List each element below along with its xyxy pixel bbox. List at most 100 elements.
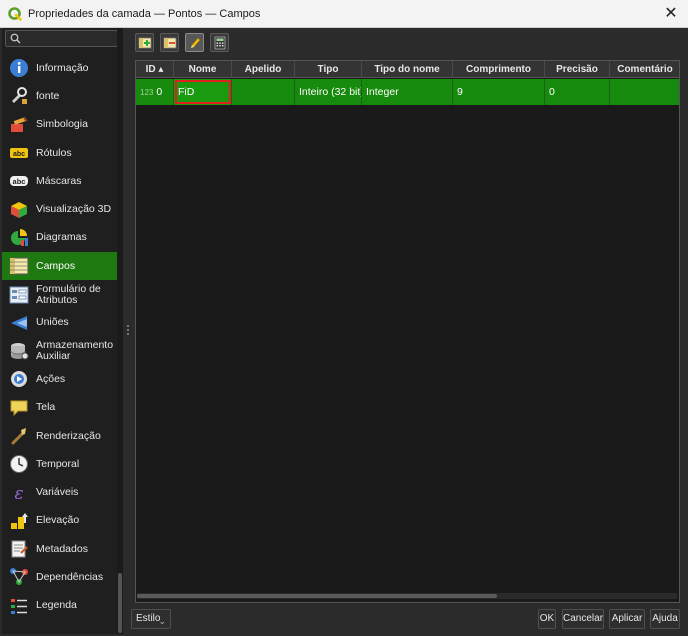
display-icon [9,398,29,418]
masks-icon: abc [9,171,29,191]
sidebar-item-diagramas[interactable]: Diagramas [2,224,117,252]
sidebar-item-unioes[interactable]: Uniões [2,309,117,337]
column-header-nome[interactable]: Nome [174,61,232,78]
sidebar-item-acoes[interactable]: Ações [2,365,117,393]
table-header: ID ▴ Nome Apelido Tipo Tipo do nome Comp… [136,61,679,78]
sidebar-item-label: Legenda [36,599,77,612]
sidebar-item-label: Temporal [36,457,80,470]
column-header-comprimento[interactable]: Comprimento [453,61,545,78]
sidebar-scrollbar-thumb[interactable] [118,573,122,633]
delete-field-button[interactable] [160,33,179,52]
cell-comentario[interactable] [610,79,679,105]
sidebar-item-label: Campos [36,259,76,272]
sidebar-item-simbologia[interactable]: Simbologia [2,111,117,139]
table-scrollbar-thumb[interactable] [137,594,497,598]
sidebar-item-label: Armazenamento Auxiliar [36,339,114,363]
ok-button[interactable]: OK [538,609,556,629]
cell-apelido[interactable] [232,79,295,105]
cell-nome[interactable]: FiD [174,79,232,105]
cell-tipo-do-nome[interactable]: Integer [362,79,453,105]
cell-tipo[interactable]: Inteiro (32 bit) [295,79,362,105]
new-field-button[interactable] [135,33,154,52]
sidebar-item-legenda[interactable]: Legenda [2,592,117,620]
sidebar-item-label: Informação [36,61,89,74]
sidebar-item-dependencias[interactable]: Dependências [2,563,117,591]
sidebar-item-campos[interactable]: Campos [2,252,117,281]
field-calculator-icon [214,36,225,49]
cancel-button[interactable]: Cancelar [562,609,604,629]
cell-id[interactable]: 123 0 [136,79,174,105]
auxiliary-storage-icon [9,341,29,361]
sidebar-item-label: Variáveis [36,486,79,499]
diagrams-icon [9,228,29,248]
search-icon [10,33,21,44]
fields-icon [9,256,29,276]
column-header-precisao[interactable]: Precisão [545,61,610,78]
field-calculator-button[interactable] [210,33,229,52]
cell-comprimento[interactable]: 9 [453,79,545,105]
chevron-down-icon: ⌄ [158,616,166,626]
attribute-form-icon [9,285,29,305]
sidebar-item-variaveis[interactable]: ε Variáveis [2,478,117,506]
sidebar-item-label: Renderização [36,429,101,442]
column-header-tipo-do-nome[interactable]: Tipo do nome [362,61,453,78]
temporal-icon [9,454,29,474]
actions-icon [9,369,29,389]
sidebar-item-label: Metadados [36,542,88,555]
column-header-id[interactable]: ID ▴ [136,61,174,78]
sidebar-item-renderizacao[interactable]: Renderização [2,422,117,450]
sidebar-item-temporal[interactable]: Temporal [2,450,117,478]
labels-icon: abc [9,143,29,163]
fields-toolbar [135,33,229,53]
sidebar-item-formulario-atributos[interactable]: Formulário de Atributos [2,280,117,308]
sidebar-item-label: Uniões [36,316,69,329]
sidebar-item-metadados[interactable]: Metadados [2,535,117,563]
table-row[interactable]: 123 0 FiD Inteiro (32 bit) Integer 9 0 [136,79,679,105]
source-icon [9,86,29,106]
sidebar-item-fonte[interactable]: fonte [2,82,117,110]
new-field-icon [138,37,151,48]
sidebar-item-visualizacao-3d[interactable]: Visualização 3D [2,195,117,223]
help-button[interactable]: Ajuda [650,609,680,629]
svg-text:abc: abc [13,151,25,158]
sidebar-item-tela[interactable]: Tela [2,394,117,422]
sidebar-item-mascaras[interactable]: abc Máscaras [2,167,117,195]
fields-table: ID ▴ Nome Apelido Tipo Tipo do nome Comp… [135,60,680,603]
sidebar-item-label: Máscaras [36,174,82,187]
view3d-icon [9,200,29,220]
apply-button[interactable]: Aplicar [609,609,645,629]
sidebar-scrollbar[interactable] [117,28,123,634]
column-header-apelido[interactable]: Apelido [232,61,295,78]
column-header-comentario[interactable]: Comentário [610,61,679,78]
sidebar-item-label: Elevação [36,514,80,527]
search-input[interactable] [24,32,114,45]
title-bar: Propriedades da camada — Pontos — Campos… [0,0,688,28]
info-icon [9,58,29,78]
sidebar-item-rotulos[interactable]: abc Rótulos [2,139,117,167]
cell-id-value: 0 [156,86,163,98]
panel-splitter-handle[interactable] [127,324,130,338]
elevation-icon [9,511,29,531]
close-button[interactable]: ✕ [662,5,680,23]
dependencies-icon [9,567,29,587]
toggle-editing-button[interactable] [185,33,204,52]
cell-precisao[interactable]: 0 [545,79,610,105]
sidebar-item-armazenamento-auxiliar[interactable]: Armazenamento Auxiliar [2,337,117,365]
sidebar-item-label: Formulário de Atributos [36,282,101,306]
column-header-tipo[interactable]: Tipo [295,61,362,78]
style-button-label: Estilo [136,613,161,624]
symbology-icon [9,115,29,135]
sidebar-item-label: Ações [36,372,66,385]
sidebar-item-informacao[interactable]: Informação [2,54,117,82]
table-horizontal-scrollbar[interactable] [137,593,677,599]
metadata-icon [9,539,29,559]
window-title: Propriedades da camada — Pontos — Campos [28,7,261,20]
sidebar-item-label: Diagramas [36,231,87,244]
svg-text:ε: ε [14,484,23,503]
sidebar-search[interactable] [5,30,118,47]
qgis-logo-icon [8,6,22,21]
sidebar-item-label: Rótulos [36,146,72,159]
sidebar-item-elevacao[interactable]: Elevação [2,507,117,535]
style-dropdown-button[interactable]: Estilo ⌄ [131,609,171,629]
sidebar-item-label: Tela [36,401,56,414]
